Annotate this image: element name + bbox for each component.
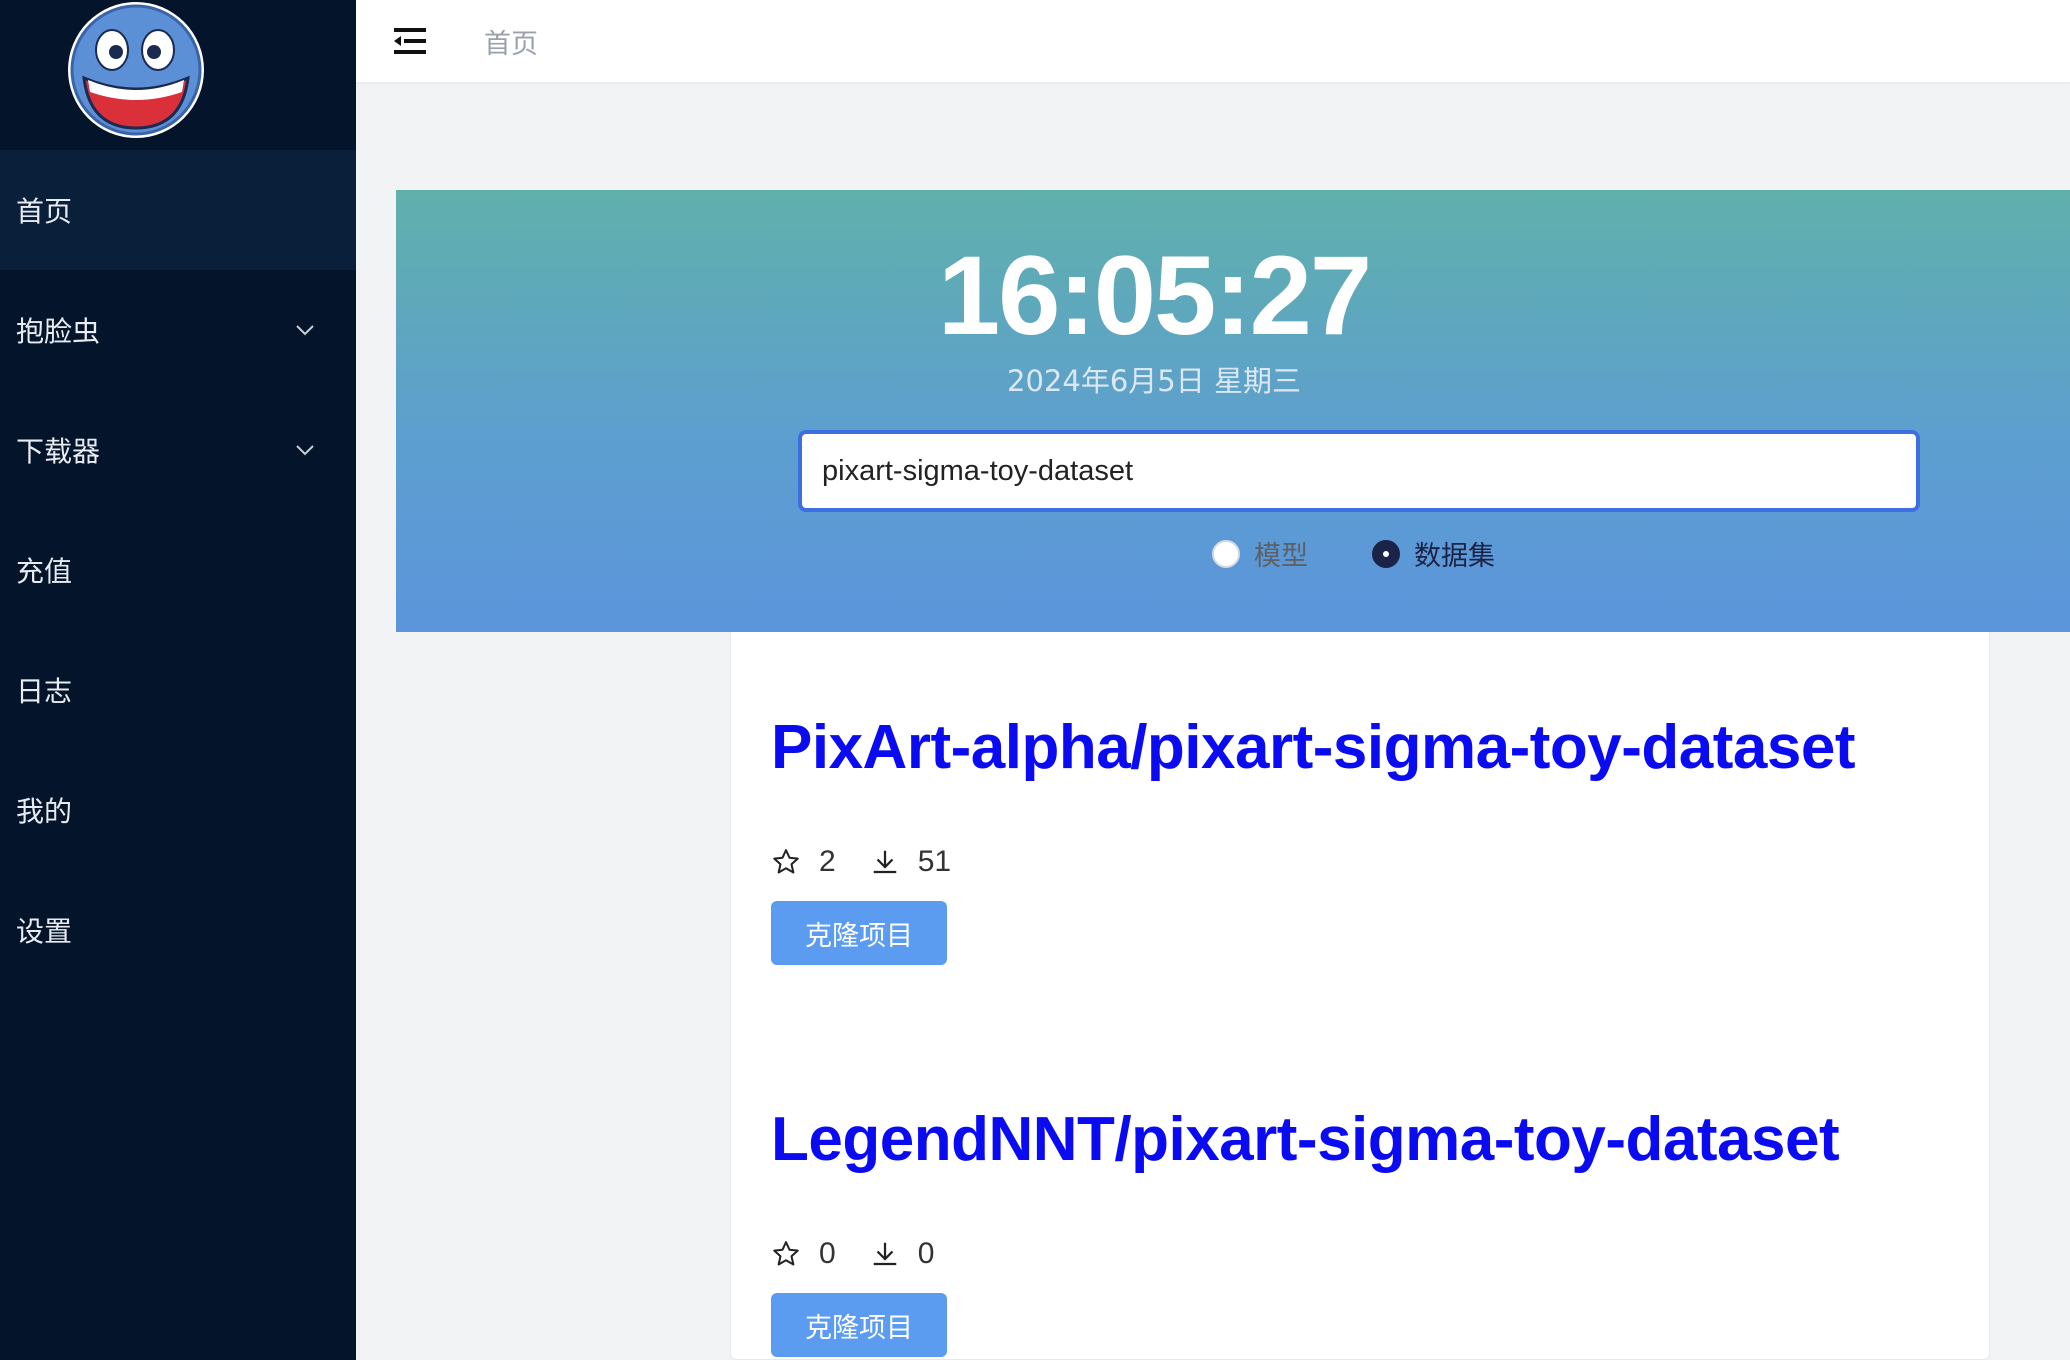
likes-stat: 0 bbox=[771, 1237, 836, 1271]
sidebar-item-mine[interactable]: 我的 bbox=[0, 750, 356, 870]
download-icon bbox=[873, 1242, 896, 1266]
sidebar-item-label: 日志 bbox=[16, 675, 73, 708]
download-icon bbox=[873, 850, 896, 874]
clock-date: 2024年6月5日 星期三 bbox=[1007, 364, 1301, 398]
downloads-count: 51 bbox=[917, 845, 952, 878]
sidebar-item-label: 首页 bbox=[16, 195, 73, 228]
menu-fold-icon bbox=[394, 28, 426, 54]
radio-label: 数据集 bbox=[1414, 541, 1495, 572]
result-stats: 0 0 bbox=[771, 1237, 1839, 1271]
downloads-count: 0 bbox=[917, 1237, 935, 1270]
sidebar-menu: 首页 抱脸虫 下载器 充值 日志 我的 设置 bbox=[0, 150, 356, 990]
sidebar-item-settings[interactable]: 设置 bbox=[0, 870, 356, 990]
sidebar-item-label: 下载器 bbox=[16, 435, 101, 468]
menu-toggle-button[interactable] bbox=[388, 19, 432, 63]
downloads-stat: 51 bbox=[870, 845, 951, 879]
likes-count: 0 bbox=[819, 1237, 836, 1270]
list-item: PixArt-alpha/pixart-sigma-toy-dataset 2 … bbox=[771, 712, 1855, 965]
sidebar-item-label: 我的 bbox=[16, 795, 73, 828]
chevron-down-icon bbox=[296, 325, 314, 336]
star-icon bbox=[773, 849, 799, 874]
clone-project-button[interactable]: 克隆项目 bbox=[771, 901, 947, 965]
sidebar-item-label: 抱脸虫 bbox=[16, 315, 101, 348]
radio-label: 模型 bbox=[1254, 541, 1308, 572]
radio-checked-icon bbox=[1372, 539, 1400, 568]
radio-unchecked-icon bbox=[1212, 539, 1240, 568]
list-item: LegendNNT/pixart-sigma-toy-dataset 0 0 克… bbox=[771, 1104, 1840, 1357]
sidebar-item-logs[interactable]: 日志 bbox=[0, 630, 356, 750]
result-stats: 2 51 bbox=[771, 845, 1855, 879]
likes-count: 2 bbox=[819, 845, 836, 878]
sidebar-item-downloader[interactable]: 下载器 bbox=[0, 390, 356, 510]
result-title-link[interactable]: PixArt-alpha/pixart-sigma-toy-dataset bbox=[771, 712, 1855, 783]
logo[interactable] bbox=[66, 0, 206, 140]
clock-time: 16:05:27 bbox=[937, 233, 1372, 358]
search-input[interactable]: pixart-sigma-toy-dataset bbox=[798, 430, 1920, 512]
downloads-stat: 0 bbox=[870, 1237, 935, 1271]
sidebar-item-label: 设置 bbox=[16, 915, 73, 948]
smiley-logo-icon bbox=[68, 2, 204, 138]
likes-stat: 2 bbox=[771, 845, 836, 879]
clone-project-button[interactable]: 克隆项目 bbox=[771, 1293, 947, 1357]
topbar: 首页 bbox=[356, 0, 2070, 82]
sidebar: 首页 抱脸虫 下载器 充值 日志 我的 设置 bbox=[0, 0, 356, 1360]
result-title-link[interactable]: LegendNNT/pixart-sigma-toy-dataset bbox=[771, 1104, 1840, 1175]
breadcrumb[interactable]: 首页 bbox=[484, 22, 538, 61]
radio-model[interactable]: 模型 bbox=[1212, 534, 1308, 573]
search-type-radio-group: 模型 数据集 bbox=[1212, 534, 1559, 573]
results-panel: PixArt-alpha/pixart-sigma-toy-dataset 2 … bbox=[730, 632, 1990, 1360]
sidebar-item-home[interactable]: 首页 bbox=[0, 150, 356, 270]
radio-dataset[interactable]: 数据集 bbox=[1372, 534, 1495, 573]
chevron-down-icon bbox=[296, 445, 314, 456]
sidebar-item-recharge[interactable]: 充值 bbox=[0, 510, 356, 630]
search-input-value: pixart-sigma-toy-dataset bbox=[822, 454, 1134, 487]
sidebar-item-huggingface[interactable]: 抱脸虫 bbox=[0, 270, 356, 390]
sidebar-item-label: 充值 bbox=[16, 555, 73, 588]
hero-banner: 16:05:27 2024年6月5日 星期三 pixart-sigma-toy-… bbox=[396, 190, 2070, 632]
star-icon bbox=[773, 1241, 799, 1266]
